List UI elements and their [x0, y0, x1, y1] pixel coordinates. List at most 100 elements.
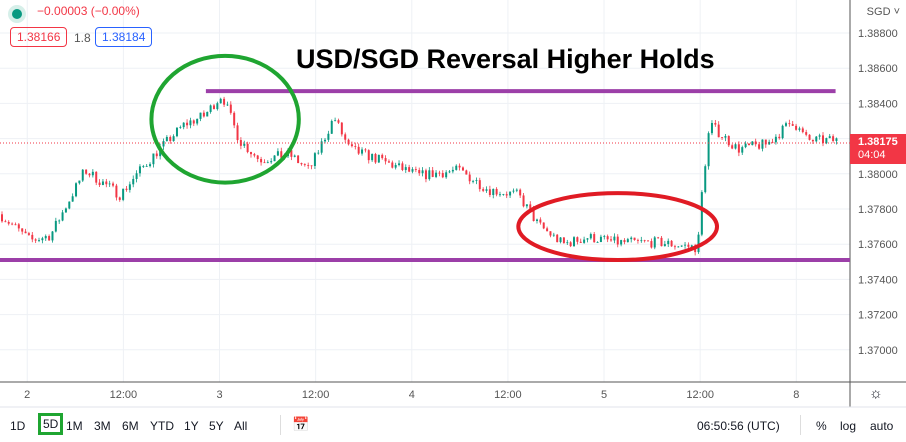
candle-body — [764, 139, 767, 145]
candle-body — [293, 155, 296, 157]
candle-body — [428, 170, 431, 180]
range-1m[interactable]: 1M — [66, 419, 83, 433]
range-all[interactable]: All — [234, 419, 247, 433]
spread: 1.8 — [74, 31, 91, 45]
candle-body — [206, 111, 209, 117]
candle-body — [38, 240, 41, 241]
candle-body — [256, 155, 259, 160]
candle-body — [704, 166, 707, 193]
log-toggle[interactable]: log — [840, 419, 856, 433]
candle-body — [670, 240, 673, 247]
candle-body — [552, 234, 555, 236]
candle-body — [485, 189, 488, 191]
candle-body — [310, 165, 313, 167]
candle-body — [418, 170, 421, 174]
candle-body — [48, 236, 51, 241]
x-tick-label: 2 — [24, 389, 30, 401]
currency-selector[interactable]: SGD ˅ — [867, 6, 900, 18]
range-ytd[interactable]: YTD — [150, 419, 174, 433]
candle-body — [226, 104, 229, 106]
candle-body — [101, 181, 104, 185]
candle-body — [334, 120, 337, 122]
candle-body — [357, 146, 360, 154]
candle-body — [697, 234, 700, 253]
candle-body — [663, 244, 666, 247]
candle-body — [535, 219, 538, 221]
y-tick-label: 1.38400 — [858, 98, 898, 110]
candle-body — [317, 152, 320, 154]
candle-body — [576, 237, 579, 242]
candle-body — [647, 240, 650, 242]
candle-body — [478, 180, 481, 190]
x-tick-label: 12:00 — [110, 389, 138, 401]
settings-icon[interactable]: ☼ — [869, 385, 883, 402]
candle-body — [811, 139, 814, 142]
candle-body — [179, 127, 182, 128]
range-1d[interactable]: 1D — [10, 419, 25, 433]
candle-body — [603, 236, 606, 237]
candle-body — [263, 162, 266, 164]
candle-body — [88, 173, 91, 176]
clock-time[interactable]: 06:50:56 (UTC) — [697, 419, 780, 433]
date-range-icon[interactable]: 📅 — [292, 416, 309, 433]
candle-body — [273, 155, 276, 162]
auto-toggle[interactable]: auto — [870, 419, 893, 433]
candle-body — [125, 188, 128, 190]
candle-body — [458, 165, 461, 168]
candle-body — [11, 223, 14, 225]
candle-body — [539, 219, 542, 223]
candle-body — [435, 172, 438, 177]
candle-body — [216, 103, 219, 110]
candle-body — [408, 167, 411, 172]
candle-body — [747, 143, 750, 146]
candle-body — [741, 147, 744, 153]
range-5y[interactable]: 5Y — [209, 419, 224, 433]
candle-body — [1, 214, 4, 222]
candle-body — [243, 143, 246, 146]
candle-body — [236, 125, 239, 141]
candle-body — [502, 194, 505, 195]
candle-body — [354, 146, 357, 147]
candle-body — [367, 150, 370, 161]
candle-body — [364, 149, 367, 151]
candle-body — [613, 236, 616, 241]
candle-body — [583, 239, 586, 243]
candle-body — [606, 236, 609, 240]
candle-body — [68, 201, 71, 209]
range-5d[interactable]: 5D — [38, 413, 64, 435]
candle-body — [579, 241, 582, 243]
candle-body — [633, 237, 636, 240]
candle-body — [438, 172, 441, 174]
range-3m[interactable]: 3M — [94, 419, 111, 433]
price-change: −0.00003 (−0.00%) — [37, 4, 140, 18]
percent-toggle[interactable]: % — [816, 419, 827, 433]
candle-body — [620, 240, 623, 245]
candle-body — [774, 136, 777, 143]
candle-body — [519, 189, 522, 196]
candle-body — [546, 228, 549, 232]
candle-body — [27, 233, 30, 235]
sell-button[interactable]: 1.38166 — [10, 27, 68, 47]
candle-body — [377, 154, 380, 163]
candle-body — [566, 242, 569, 244]
buy-button[interactable]: 1.38184 — [95, 27, 153, 47]
range-1y[interactable]: 1Y — [184, 419, 199, 433]
candle-body — [805, 132, 808, 135]
range-6m[interactable]: 6M — [122, 419, 139, 433]
candle-body — [313, 153, 316, 166]
market-status-icon — [12, 9, 22, 19]
candle-body — [330, 120, 333, 134]
candle-body — [636, 239, 639, 241]
candle-body — [758, 144, 761, 149]
candle-body — [559, 237, 562, 243]
candle-body — [455, 165, 458, 170]
candle-body — [640, 240, 643, 242]
candle-body — [401, 163, 404, 170]
candle-body — [818, 135, 821, 137]
candle-body — [249, 152, 252, 155]
candle-body — [515, 189, 518, 191]
y-tick-label: 1.37600 — [858, 239, 898, 251]
candle-body — [596, 242, 599, 243]
red-highlight-circle — [516, 191, 720, 263]
candle-body — [835, 138, 838, 141]
